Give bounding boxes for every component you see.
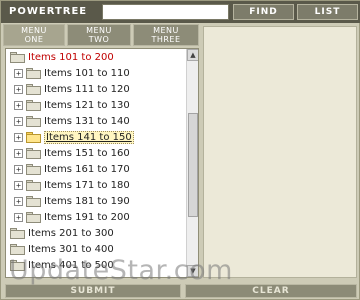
folder-icon bbox=[26, 211, 41, 223]
folder-icon bbox=[26, 195, 41, 207]
folder-icon bbox=[10, 259, 25, 271]
folder-icon bbox=[10, 243, 25, 255]
folder-icon bbox=[10, 51, 25, 63]
powertree-window: POWERTREE FIND LIST MENU ONE MENU TWO MENU… bbox=[0, 0, 360, 300]
folder-icon bbox=[26, 163, 41, 175]
list-button[interactable]: LIST bbox=[297, 4, 358, 20]
tab-menu-one-line2: ONE bbox=[24, 35, 44, 44]
tree-item[interactable]: + Items 151 to 160 bbox=[14, 145, 130, 161]
content-panel bbox=[203, 26, 357, 278]
tree-item[interactable]: + Items 161 to 170 bbox=[14, 161, 130, 177]
tree-item-label: Items 101 to 200 bbox=[28, 51, 114, 63]
find-button[interactable]: FIND bbox=[233, 4, 294, 20]
tab-menu-three-line2: THREE bbox=[151, 35, 181, 44]
expand-plus-icon[interactable]: + bbox=[14, 100, 23, 110]
tree-item-label: Items 161 to 170 bbox=[44, 163, 130, 175]
tree-item-label: Items 401 to 500 bbox=[28, 259, 114, 271]
tree-item[interactable]: + Items 131 to 140 bbox=[14, 113, 130, 129]
expand-plus-icon[interactable]: + bbox=[14, 212, 23, 222]
tree-item-label: Items 111 to 120 bbox=[44, 83, 130, 95]
tree-item[interactable]: + Items 171 to 180 bbox=[14, 177, 130, 193]
tree-item-label: Items 101 to 110 bbox=[44, 67, 130, 79]
tab-menu-one-line1: MENU bbox=[21, 26, 47, 35]
tab-menu-two-line2: TWO bbox=[88, 35, 110, 44]
expand-plus-icon[interactable]: + bbox=[14, 84, 23, 94]
scroll-thumb[interactable] bbox=[188, 113, 198, 217]
folder-icon bbox=[26, 115, 41, 127]
folder-icon bbox=[10, 227, 25, 239]
folder-icon bbox=[26, 147, 41, 159]
scroll-up-icon[interactable]: ▲ bbox=[187, 49, 198, 61]
scroll-down-icon[interactable]: ▼ bbox=[187, 265, 198, 277]
tab-menu-three[interactable]: MENU THREE bbox=[133, 24, 199, 46]
tree-item[interactable]: + Items 141 to 150 bbox=[14, 129, 134, 145]
tree-item-label: Items 191 to 200 bbox=[44, 211, 130, 223]
tree-item[interactable]: + Items 181 to 190 bbox=[14, 193, 130, 209]
folder-open-icon bbox=[26, 131, 41, 143]
tree-item[interactable]: + Items 101 to 110 bbox=[14, 65, 130, 81]
expand-plus-icon[interactable]: + bbox=[14, 148, 23, 158]
tree-item[interactable]: Items 401 to 500 bbox=[10, 257, 114, 273]
tree-item-label: Items 121 to 130 bbox=[44, 99, 130, 111]
expand-plus-icon[interactable]: + bbox=[14, 68, 23, 78]
tree-item-label: Items 171 to 180 bbox=[44, 179, 130, 191]
tree-panel: Items 101 to 200 + Items 101 to 110 + Items … bbox=[5, 48, 199, 278]
folder-icon bbox=[26, 83, 41, 95]
tree-item[interactable]: Items 201 to 300 bbox=[10, 225, 114, 241]
tab-menu-three-line1: MENU bbox=[153, 26, 179, 35]
expand-plus-icon[interactable]: + bbox=[14, 116, 23, 126]
tab-menu-two-line1: MENU bbox=[86, 26, 112, 35]
tab-menu-two[interactable]: MENU TWO bbox=[67, 24, 131, 46]
folder-icon bbox=[26, 67, 41, 79]
tree-item[interactable]: + Items 191 to 200 bbox=[14, 209, 130, 225]
tree-item-label: Items 301 to 400 bbox=[28, 243, 114, 255]
app-title: POWERTREE bbox=[9, 6, 88, 17]
expand-plus-icon[interactable]: + bbox=[14, 132, 23, 142]
tree-item-label: Items 181 to 190 bbox=[44, 195, 130, 207]
expand-plus-icon[interactable]: + bbox=[14, 164, 23, 174]
tree-item-label: Items 151 to 160 bbox=[44, 147, 130, 159]
folder-icon bbox=[26, 179, 41, 191]
tree-item-label: Items 131 to 140 bbox=[44, 115, 130, 127]
tree-item[interactable]: + Items 121 to 130 bbox=[14, 97, 130, 113]
submit-button[interactable]: SUBMIT bbox=[5, 284, 181, 298]
clear-button[interactable]: CLEAR bbox=[185, 284, 357, 298]
tab-menu-one[interactable]: MENU ONE bbox=[3, 24, 65, 46]
folder-icon bbox=[26, 99, 41, 111]
expand-plus-icon[interactable]: + bbox=[14, 180, 23, 190]
tree-scrollbar[interactable]: ▲ ▼ bbox=[186, 49, 198, 277]
tree-item-label: Items 201 to 300 bbox=[28, 227, 114, 239]
tree-item[interactable]: Items 101 to 200 bbox=[10, 49, 114, 65]
tree-item[interactable]: + Items 111 to 120 bbox=[14, 81, 130, 97]
top-bar: POWERTREE FIND LIST bbox=[1, 1, 360, 23]
tree-item[interactable]: Items 301 to 400 bbox=[10, 241, 114, 257]
expand-plus-icon[interactable]: + bbox=[14, 196, 23, 206]
search-input[interactable] bbox=[102, 4, 229, 20]
tree-item-label: Items 141 to 150 bbox=[44, 130, 134, 144]
